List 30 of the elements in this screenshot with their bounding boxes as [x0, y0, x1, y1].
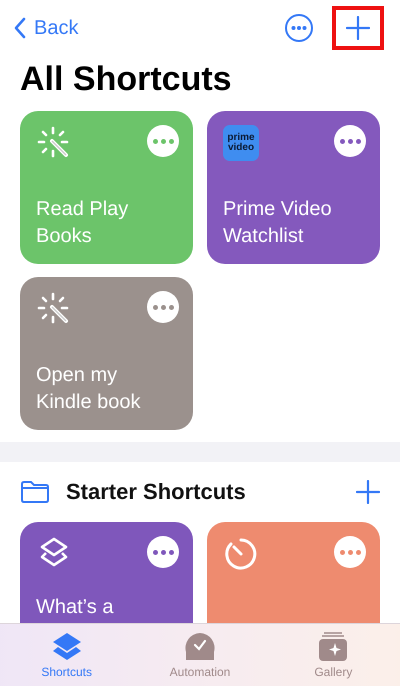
more-icon[interactable] — [284, 13, 314, 43]
shortcut-card[interactable]: prime video Prime Video Watchlist — [207, 111, 380, 264]
clock-icon — [184, 632, 216, 662]
shortcut-card[interactable]: Read Play Books — [20, 111, 193, 264]
add-button[interactable] — [332, 6, 384, 50]
layers-icon — [50, 632, 83, 662]
more-button[interactable] — [147, 536, 179, 568]
app-icon: prime video — [223, 125, 259, 161]
tab[interactable]: Shortcuts — [0, 624, 134, 686]
shortcut-name: Prime Video Watchlist — [223, 197, 333, 249]
timer-icon — [223, 536, 259, 572]
tab[interactable]: Automation — [133, 624, 267, 686]
folder-title: Starter Shortcuts — [66, 479, 246, 505]
shortcut-name: Read Play Books — [36, 197, 130, 249]
more-button[interactable] — [147, 291, 179, 323]
back-button[interactable]: Back — [10, 16, 82, 40]
plus-icon — [346, 16, 370, 40]
gallery-icon — [317, 632, 350, 662]
more-button[interactable] — [334, 536, 366, 568]
shortcut-name: What’s a — [36, 595, 114, 620]
more-button[interactable] — [147, 125, 179, 157]
page-title: All Shortcuts — [20, 60, 233, 99]
shortcut-card[interactable]: Open my Kindle book — [20, 277, 193, 430]
shortcut-card[interactable]: What’s a — [20, 522, 193, 624]
tab[interactable]: Gallery — [266, 624, 400, 686]
folder-icon — [20, 480, 50, 504]
shortcut-name: Open my Kindle book — [36, 363, 142, 415]
plus-icon[interactable] — [356, 480, 380, 504]
chevron-left-icon — [14, 17, 26, 39]
more-button[interactable] — [334, 125, 366, 157]
